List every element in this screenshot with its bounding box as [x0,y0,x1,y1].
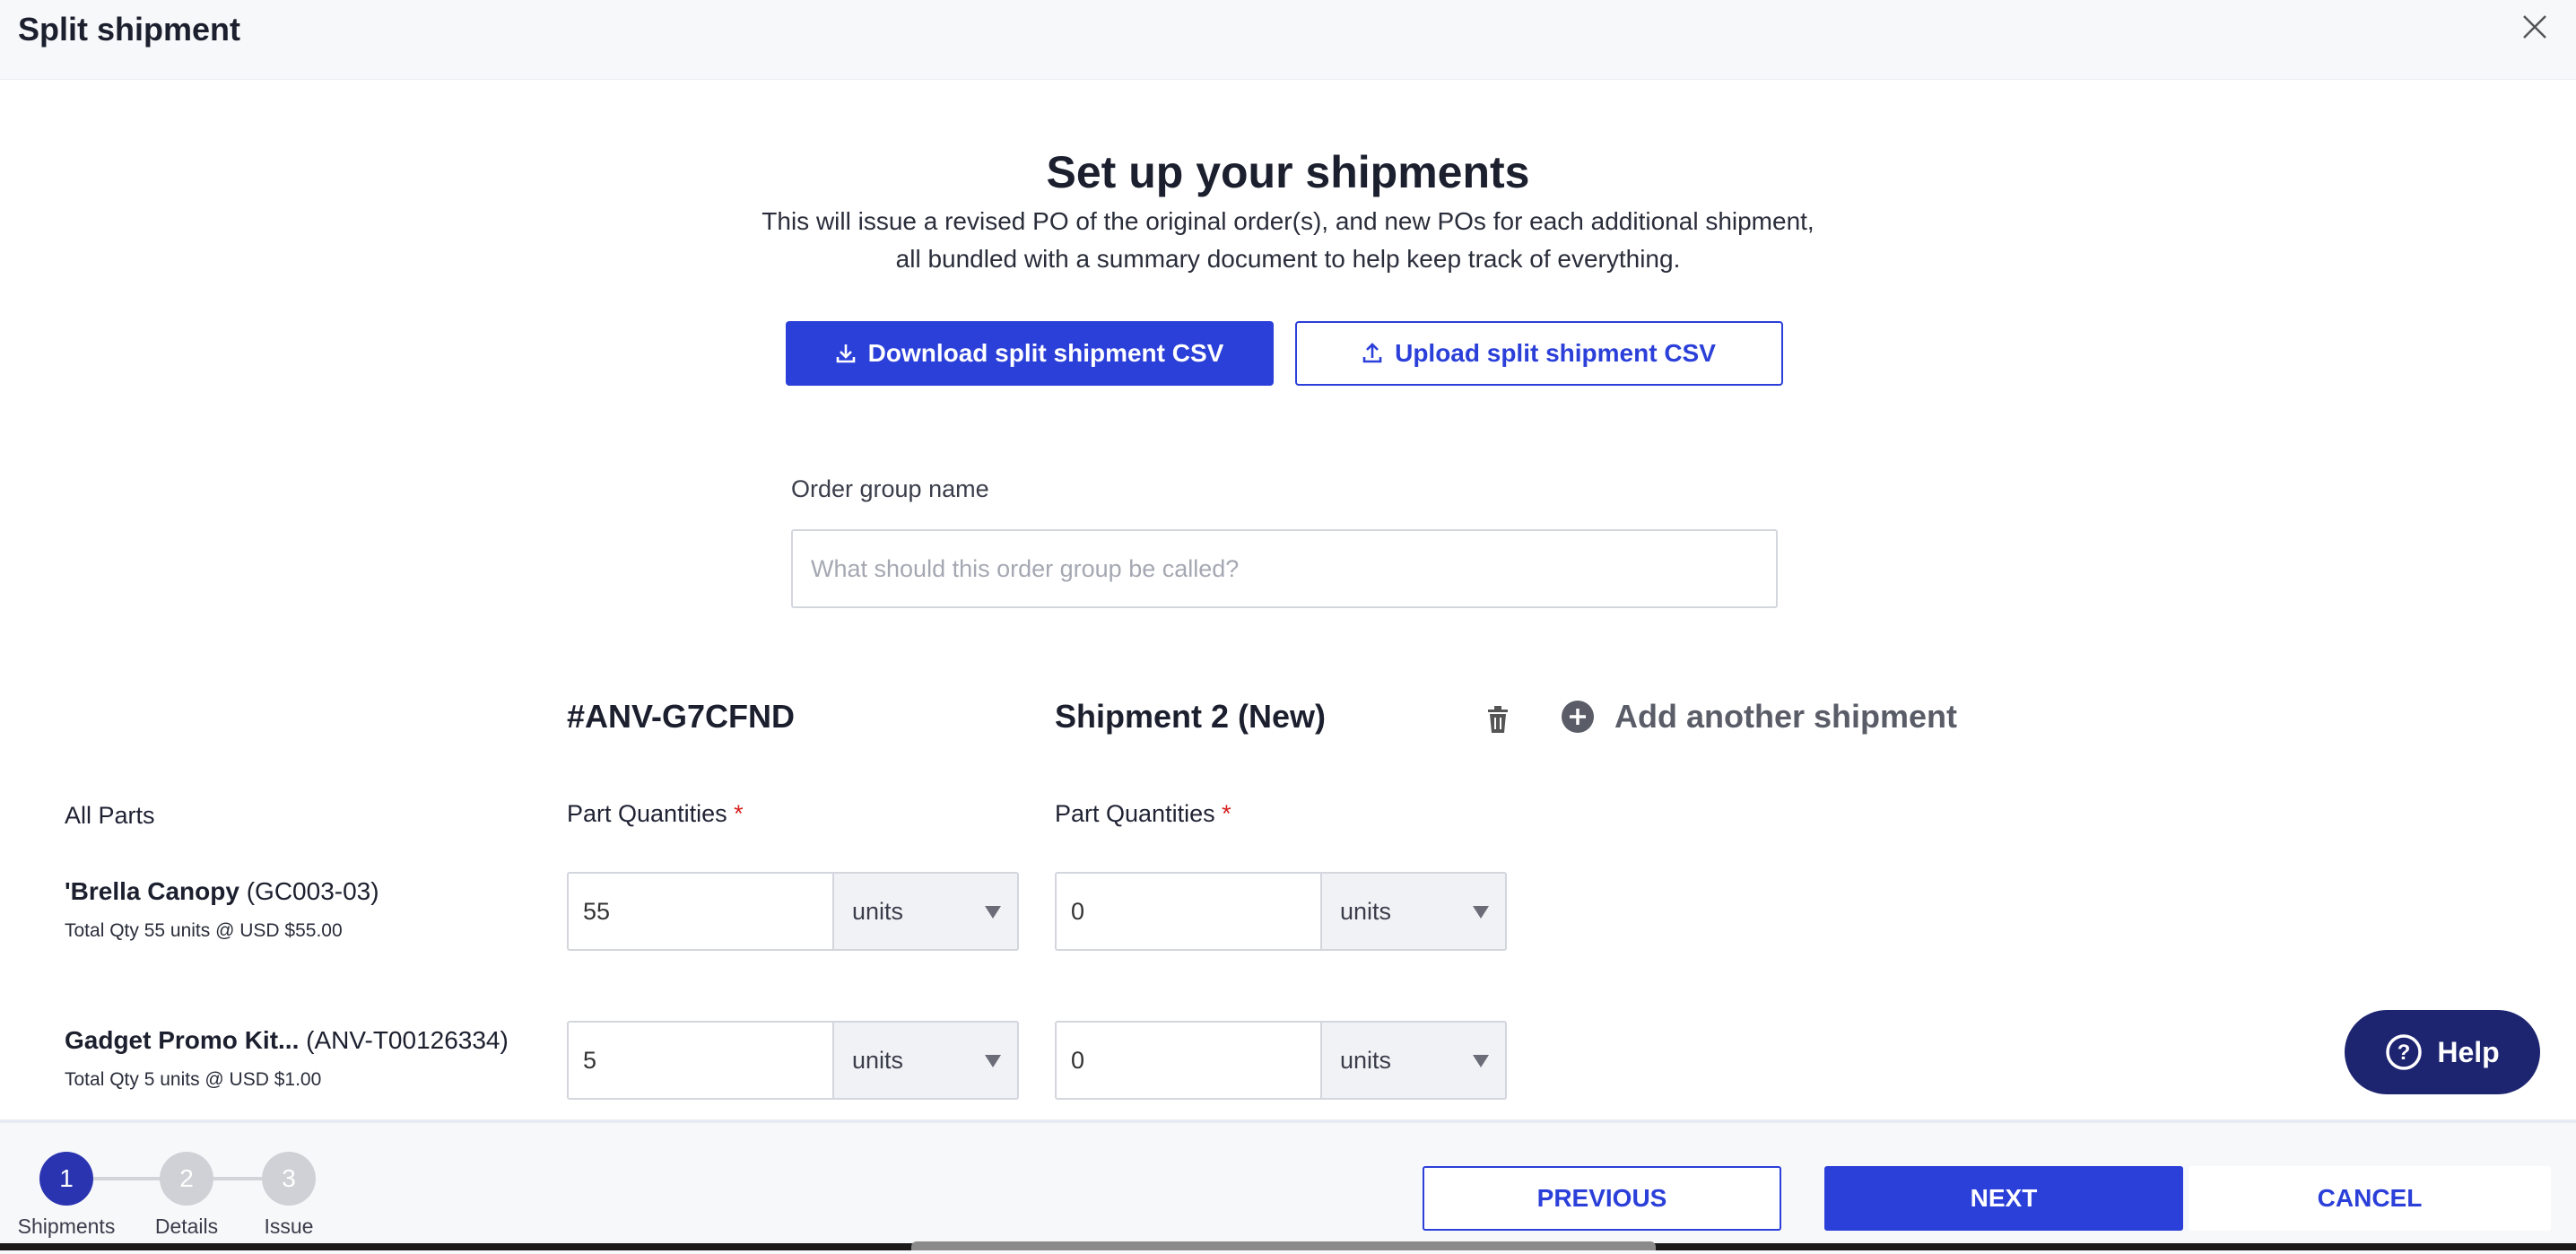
download-csv-label: Download split shipment CSV [867,339,1224,367]
upload-csv-button[interactable]: Upload split shipment CSV [1295,321,1783,386]
original-qty-label: Part Quantities * [567,800,744,828]
qty-label-text: Part Quantities [567,800,727,827]
previous-button[interactable]: PREVIOUS [1423,1166,1781,1231]
required-mark: * [1222,800,1231,827]
add-shipment-button[interactable]: Add another shipment [1561,698,1957,736]
modal-title: Split shipment [18,11,241,48]
original-unit-select[interactable]: units [834,1021,1019,1100]
required-mark: * [734,800,744,827]
shipment-2-unit-select[interactable]: units [1322,872,1507,951]
unit-value: units [1340,1047,1392,1074]
shipment-2-heading: Shipment 2 (New) [1055,698,1327,735]
step-3-indicator[interactable]: 3 [262,1152,316,1206]
step-2-indicator[interactable]: 2 [160,1152,213,1206]
description-line-1: This will issue a revised PO of the orig… [761,207,1815,235]
help-label: Help [2437,1035,2500,1068]
part-code: (GC003-03) [246,877,379,905]
page-title: Set up your shipments [1046,147,1530,197]
part-name: 'Brella Canopy (GC003-03) [65,877,379,906]
close-icon[interactable] [2517,9,2553,45]
upload-csv-label: Upload split shipment CSV [1395,339,1716,367]
upload-icon [1362,343,1382,363]
plus-circle-icon [1562,701,1594,733]
original-qty-input[interactable] [567,1021,834,1100]
shipment-2-qty-label: Part Quantities * [1055,800,1231,828]
order-group-label: Order group name [791,475,989,502]
unit-value: units [852,1047,904,1074]
page-description: This will issue a revised PO of the orig… [718,203,1858,278]
part-title: 'Brella Canopy [65,877,239,905]
order-group-input[interactable] [791,529,1778,608]
next-button[interactable]: NEXT [1824,1166,2183,1231]
chevron-down-icon [1473,1055,1489,1067]
download-icon [836,344,855,363]
step-1-indicator[interactable]: 1 [39,1152,93,1206]
qty-label-text: Part Quantities [1055,800,1215,827]
unit-value: units [1340,898,1392,925]
shipment-2-unit-select[interactable]: units [1322,1021,1507,1100]
step-3-label: Issue [264,1215,314,1238]
help-icon: ? [2386,1034,2423,1070]
step-1-label: Shipments [17,1215,116,1238]
original-qty-input[interactable] [567,872,834,951]
modal-header: Split shipment [0,0,2576,80]
help-button[interactable]: ? Help [2345,1010,2540,1094]
description-line-2: all bundled with a summary document to h… [895,245,1681,273]
add-shipment-label: Add another shipment [1614,698,1958,735]
part-code: (ANV-T00126334) [306,1026,509,1054]
original-order-heading: #ANV-G7CFND [567,698,796,735]
chevron-down-icon [1473,906,1489,919]
unit-value: units [852,898,904,925]
all-parts-label: All Parts [65,802,155,829]
chevron-down-icon [985,1055,1001,1067]
svg-text:?: ? [2398,1041,2411,1065]
part-summary: Total Qty 5 units @ USD $1.00 [65,1069,322,1090]
shipment-2-qty-input[interactable] [1055,1021,1322,1100]
trash-icon[interactable] [1485,705,1510,734]
scroll-handle[interactable] [911,1241,1656,1250]
chevron-down-icon [985,906,1001,919]
shipment-2-qty-input[interactable] [1055,872,1322,951]
part-summary: Total Qty 55 units @ USD $55.00 [65,920,343,941]
part-title: Gadget Promo Kit... [65,1026,300,1054]
cancel-button[interactable]: CANCEL [2189,1166,2551,1231]
original-unit-select[interactable]: units [834,872,1019,951]
part-name: Gadget Promo Kit... (ANV-T00126334) [65,1026,509,1055]
download-csv-button[interactable]: Download split shipment CSV [786,321,1274,386]
